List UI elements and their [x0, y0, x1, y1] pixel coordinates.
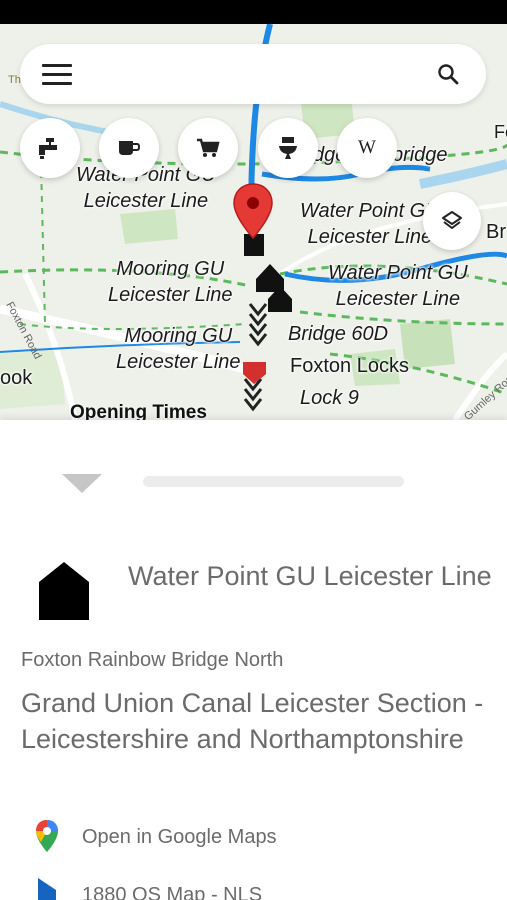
poi-location: Foxton Rainbow Bridge North: [21, 649, 284, 671]
filter-cafe-button[interactable]: [99, 118, 159, 178]
cafe-icon: [119, 141, 141, 155]
map-label-mooring-2[interactable]: Mooring GU Leicester Line: [116, 323, 241, 375]
map-label-ook: ook: [0, 367, 33, 389]
nls-map-link[interactable]: 1880 OS Map - NLS: [0, 876, 507, 900]
filter-wikipedia-button[interactable]: W: [337, 118, 397, 178]
layers-icon: [442, 211, 462, 229]
shop-cart-icon: [197, 138, 220, 157]
nls-map-label: 1880 OS Map - NLS: [82, 884, 263, 900]
nls-map-icon: [38, 878, 56, 900]
map-label-fo: Fo: [494, 122, 507, 142]
filter-shop-button[interactable]: [178, 118, 238, 178]
sheet-drag-handle[interactable]: [143, 476, 404, 487]
water-point-house-icon: [39, 562, 89, 620]
map-label-foxton-locks[interactable]: Foxton Locks: [290, 353, 409, 379]
map-layers-button[interactable]: [423, 192, 481, 250]
map-label-water-point-right[interactable]: Water Point GU Leicester Line: [300, 198, 440, 250]
map-label-mooring-1[interactable]: Mooring GU Leicester Line: [108, 256, 233, 308]
open-google-maps-label: Open in Google Maps: [82, 826, 277, 848]
poi-waterway: Grand Union Canal Leicester Section - Le…: [21, 688, 484, 754]
map-label-water-point-mid[interactable]: Water Point GU Leicester Line: [328, 260, 468, 312]
collapse-sheet-icon[interactable]: [62, 474, 102, 493]
filter-water-tap-button[interactable]: [20, 118, 80, 178]
search-icon[interactable]: [436, 62, 460, 86]
map-label-br: Br: [486, 221, 506, 243]
wikipedia-icon: W: [358, 137, 376, 158]
toilet-icon: [279, 137, 297, 159]
map-label-lock-9[interactable]: Lock 9: [300, 385, 359, 411]
poi-title: Water Point GU Leicester Line: [128, 561, 492, 591]
google-maps-pin-icon: [36, 820, 58, 852]
map-label-th: Th: [8, 74, 21, 86]
status-bar: [0, 0, 507, 24]
open-google-maps-link[interactable]: Open in Google Maps: [0, 818, 507, 858]
filter-toilet-button[interactable]: [258, 118, 318, 178]
water-tap-icon: [39, 138, 57, 159]
search-bar[interactable]: [20, 44, 486, 104]
selected-location-pin-icon[interactable]: [232, 182, 274, 240]
hamburger-menu-icon[interactable]: [42, 64, 72, 86]
map-label-bridge-60d[interactable]: Bridge 60D: [288, 321, 388, 347]
poi-detail-sheet: Water Point GU Leicester Line Foxton Rai…: [0, 420, 507, 900]
